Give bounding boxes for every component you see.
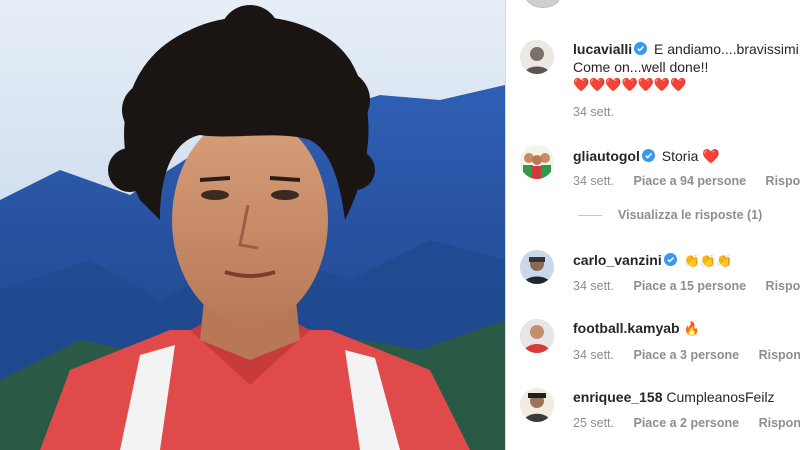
comment-timestamp[interactable]: 34 sett. [573,174,614,188]
reply-button[interactable]: Rispondi [759,416,800,430]
comment-likes[interactable]: Piace a 3 persone [633,348,739,362]
comment-username[interactable]: carlo_vanzini [573,252,662,268]
view-replies-button[interactable]: Visualizza le risposte (1) [578,208,762,222]
comment-text: 👏👏👏 [683,253,733,268]
comments-panel[interactable]: lucavialli E andiamo....bravissimi Come … [506,0,800,450]
comment-timestamp[interactable]: 34 sett. [573,348,614,362]
comment-timestamp[interactable]: 34 sett. [573,279,614,293]
comment-likes[interactable]: Piace a 15 persone [633,279,746,293]
replies-dash [578,215,602,217]
comment-text: Storia ❤️ [661,148,720,164]
comment-timestamp[interactable]: 34 sett. [573,105,614,119]
avatar[interactable] [520,40,554,74]
verified-badge-icon [641,149,655,162]
verified-badge-icon [634,42,648,55]
avatar[interactable] [520,319,554,353]
comment-text: E andiamo....bravissimi [654,41,799,57]
comment-username[interactable]: gliautogol [573,148,640,164]
comment-timestamp[interactable]: 25 sett. [573,416,614,430]
post-photo [0,0,505,450]
comment-text: CumpleanosFeilz [666,389,775,405]
avatar[interactable] [520,250,554,284]
reply-button[interactable]: Rispondi [766,174,800,188]
comment-hearts: ❤️❤️❤️❤️❤️❤️❤️ [573,77,687,92]
avatar[interactable] [520,388,554,422]
comment-likes[interactable]: Piace a 94 persone [633,174,746,188]
comment-text-line-2: Come on...well done!! [573,59,709,75]
avatar[interactable] [520,145,554,179]
comment-text: 🔥 [683,321,700,336]
reply-button[interactable]: Rispondi [766,279,800,293]
comment-likes[interactable]: Piace a 2 persone [633,416,739,430]
comment-username[interactable]: enriquee_158 [573,389,663,405]
verified-badge-icon [663,253,677,266]
reply-button[interactable]: Rispondi [759,348,800,362]
view-replies-label: Visualizza le risposte (1) [618,208,763,222]
avatar[interactable] [526,0,560,8]
comment-username[interactable]: football.kamyab [573,320,680,336]
comment-username[interactable]: lucavialli [573,41,632,57]
